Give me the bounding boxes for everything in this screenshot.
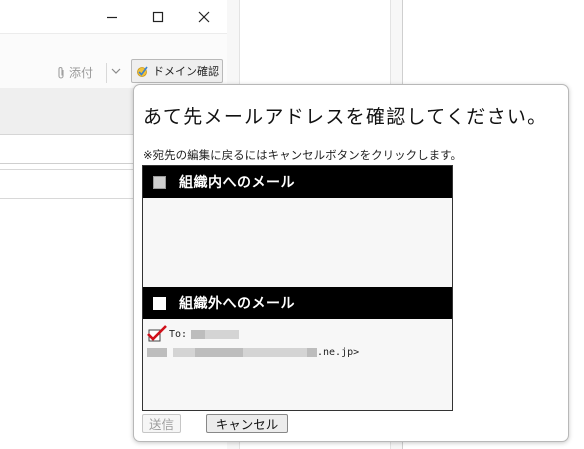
- dialog-note: ※宛先の編集に戻るにはキャンセルボタンをクリックします。: [143, 148, 462, 162]
- external-section-label: 組織外へのメール: [179, 296, 295, 312]
- internal-section-header[interactable]: 組織内へのメール: [143, 166, 452, 198]
- external-section-checkbox[interactable]: [153, 296, 166, 310]
- close-icon: [198, 11, 210, 22]
- send-button[interactable]: 送信: [142, 414, 181, 433]
- dialog-title: あて先メールアドレスを確認してください。: [143, 106, 548, 128]
- compose-toolbar: 添付 ドメイン確認: [0, 33, 227, 88]
- recipient-prefix: To:: [169, 328, 188, 340]
- checkmark-icon[interactable]: [147, 325, 169, 343]
- maximize-button[interactable]: [135, 0, 181, 33]
- domain-check-button[interactable]: ドメイン確認: [131, 59, 223, 83]
- close-button[interactable]: [181, 0, 227, 33]
- redacted-text: [147, 347, 167, 357]
- chevron-down-icon[interactable]: [111, 67, 121, 75]
- external-section-header[interactable]: 組織外へのメール: [143, 287, 452, 319]
- recipient-list: 組織内へのメール 組織外へのメール To: .ne.jp>: [142, 165, 453, 411]
- redacted-text: [243, 347, 307, 357]
- window-controls: [87, 0, 227, 33]
- attach-label: 添付: [69, 66, 94, 80]
- recipient-confirm-dialog: あて先メールアドレスを確認してください。 ※宛先の編集に戻るにはキャンセルボタン…: [133, 84, 569, 442]
- internal-section-checkbox[interactable]: [153, 175, 166, 189]
- maximize-icon: [152, 11, 164, 22]
- cancel-button[interactable]: キャンセル: [206, 414, 288, 433]
- minimize-icon: [107, 16, 117, 18]
- redacted-text: [191, 329, 206, 339]
- redacted-text: [205, 329, 240, 339]
- toolbar-divider: [106, 63, 107, 83]
- recipient-suffix: .ne.jp>: [317, 346, 360, 358]
- internal-recipient-area: [143, 198, 452, 287]
- minimize-button[interactable]: [89, 0, 135, 33]
- domain-check-label: ドメイン確認: [153, 65, 219, 78]
- domain-check-icon: [137, 66, 148, 77]
- redacted-text: [173, 347, 195, 357]
- redacted-text: [307, 347, 317, 357]
- redacted-text: [195, 347, 243, 357]
- list-item[interactable]: To: .ne.jp>: [147, 325, 360, 360]
- attach-button[interactable]: 添付: [56, 64, 93, 81]
- internal-section-label: 組織内へのメール: [179, 175, 295, 191]
- paperclip-icon: [58, 66, 64, 79]
